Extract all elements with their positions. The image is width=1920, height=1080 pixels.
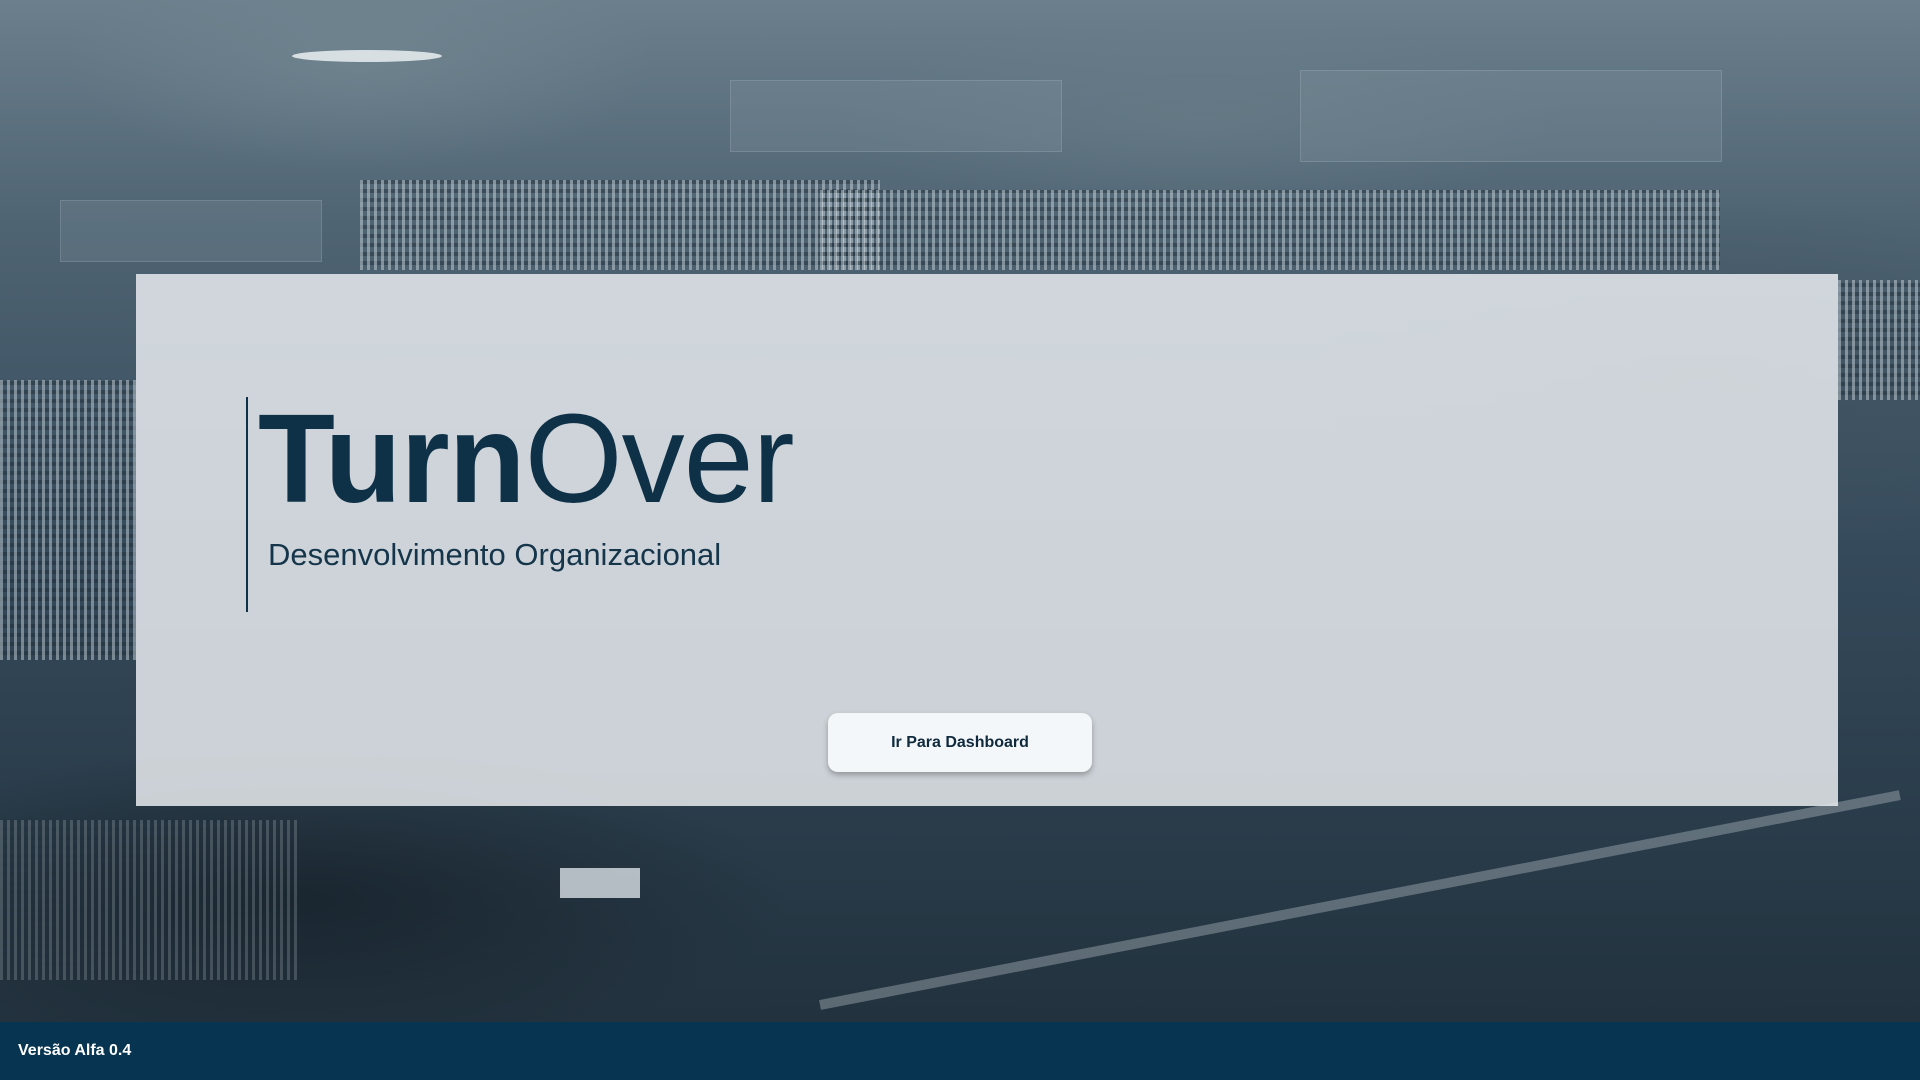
go-to-dashboard-button[interactable]: Ir Para Dashboard xyxy=(828,713,1092,772)
housing-blocks xyxy=(0,820,300,980)
version-label: Versão Alfa 0.4 xyxy=(18,1042,132,1059)
app-logo-title: TurnOver xyxy=(258,388,795,529)
footer-bar: Versão Alfa 0.4 xyxy=(0,1022,1920,1080)
logo-title-light: Over xyxy=(524,388,795,529)
lake xyxy=(292,50,442,62)
housing-blocks xyxy=(1838,280,1920,400)
page: TurnOver Desenvolvimento Organizacional … xyxy=(0,0,1920,1080)
farm-field xyxy=(730,80,1062,152)
hero-panel: TurnOver Desenvolvimento Organizacional … xyxy=(136,274,1838,806)
housing-blocks xyxy=(360,180,880,270)
app-subtitle: Desenvolvimento Organizacional xyxy=(268,537,722,572)
warehouse-building xyxy=(560,868,640,898)
highway xyxy=(819,790,1901,1010)
logo-title-bold: Turn xyxy=(258,388,526,529)
title-block: TurnOver Desenvolvimento Organizacional xyxy=(246,389,795,612)
housing-blocks xyxy=(820,190,1720,270)
housing-blocks xyxy=(0,380,136,660)
farm-field xyxy=(1300,70,1722,162)
farm-field xyxy=(60,200,322,262)
